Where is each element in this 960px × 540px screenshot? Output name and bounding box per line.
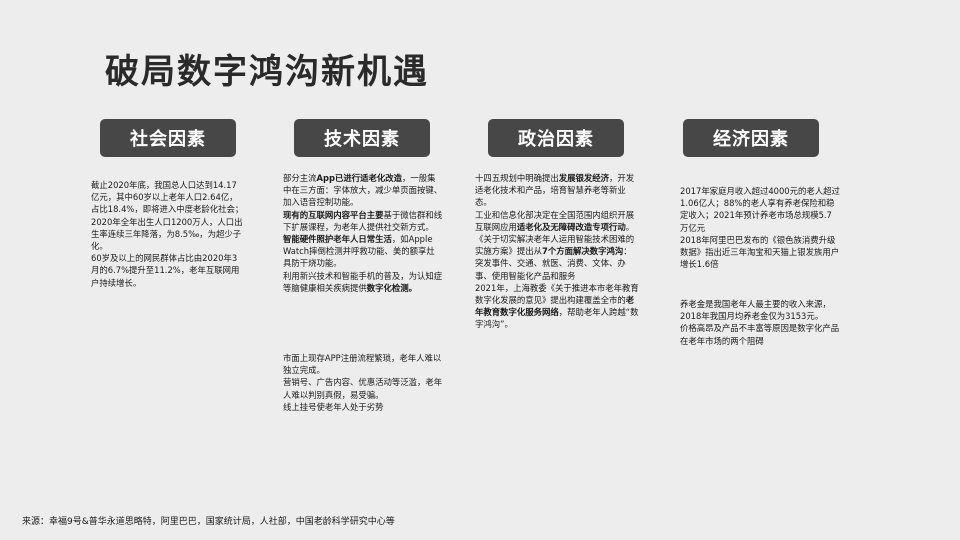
category-politics: 政治因素	[488, 119, 624, 157]
category-economy: 经济因素	[683, 119, 819, 157]
tech-text: 部分主流App已进行适老化改造，一般集中在三方面：字体放大，减少单页面按键、加入…	[283, 172, 443, 294]
tech-paragraph: 部分主流App已进行适老化改造，一般集中在三方面：字体放大，减少单页面按键、加入…	[283, 173, 443, 208]
economy-text: 2017年家庭月收入超过4000元的老人超过1.06亿人；88%的老人享有养老保…	[680, 185, 840, 270]
category-tech: 技术因素	[294, 119, 430, 157]
tech-problem: 营销号、广告内容、优惠活动等泛滥，老年人难以判别真假，易受骗。	[283, 377, 443, 400]
category-social: 社会因素	[100, 119, 236, 157]
source-note: 来源：幸福9号&普华永道思略特，阿里巴巴，国家统计局，人社部，中国老龄科学研究中…	[22, 517, 395, 527]
politics-paragraph: 《关于切实解决老年人运用智能技术困难的实施方案》提出从7个方面解决数字鸿沟：突发…	[475, 234, 635, 281]
economy-paragraph: 价格高昂及产品不丰富等原因是数字化产品在老年市场的两个阻碍	[680, 323, 840, 346]
economy-text-2: 养老金是我国老年人最主要的收入来源，2018年我国月均养老金仅为3153元。 价…	[680, 298, 840, 347]
politics-paragraph: 十四五规划中明确提出发展银发经济，开发适老化技术和产品，培育智慧养老等新业态。	[475, 173, 635, 208]
tech-paragraph: 智能硬件照护老年人日常生活，如Apple Watch摔倒检测并呼救功能、美的额享…	[283, 234, 435, 269]
tech-problem: 线上挂号使老年人处于劣势	[283, 401, 384, 412]
page-title: 破局数字鸿沟新机遇	[105, 52, 429, 92]
tech-paragraph: 利用新兴技术和智能手机的普及，为认知症等脑健康相关疾病提供数字化检测。	[283, 270, 443, 293]
tech-paragraph: 现有的互联网内容平台主要基于微信群和线下扩展课程，为老年人提供社交新方式。	[283, 209, 443, 232]
social-text: 截止2020年底，我国总人口达到14.17亿元，其中60岁以上老年人口2.64亿…	[91, 179, 245, 289]
economy-paragraph: 2018年阿里巴巴发布的《银色族消费升级数据》指出近三年淘宝和天猫上银发族用户增…	[680, 234, 840, 270]
social-paragraph: 60岁及以上的网民群体占比由2020年3月的6.7%提升至11.2%，老年互联网…	[91, 253, 240, 288]
economy-paragraph: 2017年家庭月收入超过4000元的老人超过1.06亿人；88%的老人享有养老保…	[680, 186, 840, 233]
economy-paragraph: 养老金是我国老年人最主要的收入来源，2018年我国月均养老金仅为3153元。	[680, 299, 831, 322]
social-paragraph: 截止2020年底，我国总人口达到14.17亿元，其中60岁以上老年人口2.64亿…	[91, 180, 244, 252]
politics-paragraph: 工业和信息化部决定在全国范围内组织开展互联网应用适老化及无障碍改造专项行动。	[475, 209, 635, 232]
tech-problem: 市面上现存APP注册流程繁琐，老年人难以独立完成。	[283, 353, 442, 376]
politics-paragraph: 2021年，上海教委《关于推进本市老年教育数字化发展的意见》提出构建覆盖全市的老…	[475, 282, 639, 330]
politics-text: 十四五规划中明确提出发展银发经济，开发适老化技术和产品，培育智慧养老等新业态。 …	[475, 172, 639, 331]
tech-problems: 市面上现存APP注册流程繁琐，老年人难以独立完成。 营销号、广告内容、优惠活动等…	[283, 352, 443, 413]
